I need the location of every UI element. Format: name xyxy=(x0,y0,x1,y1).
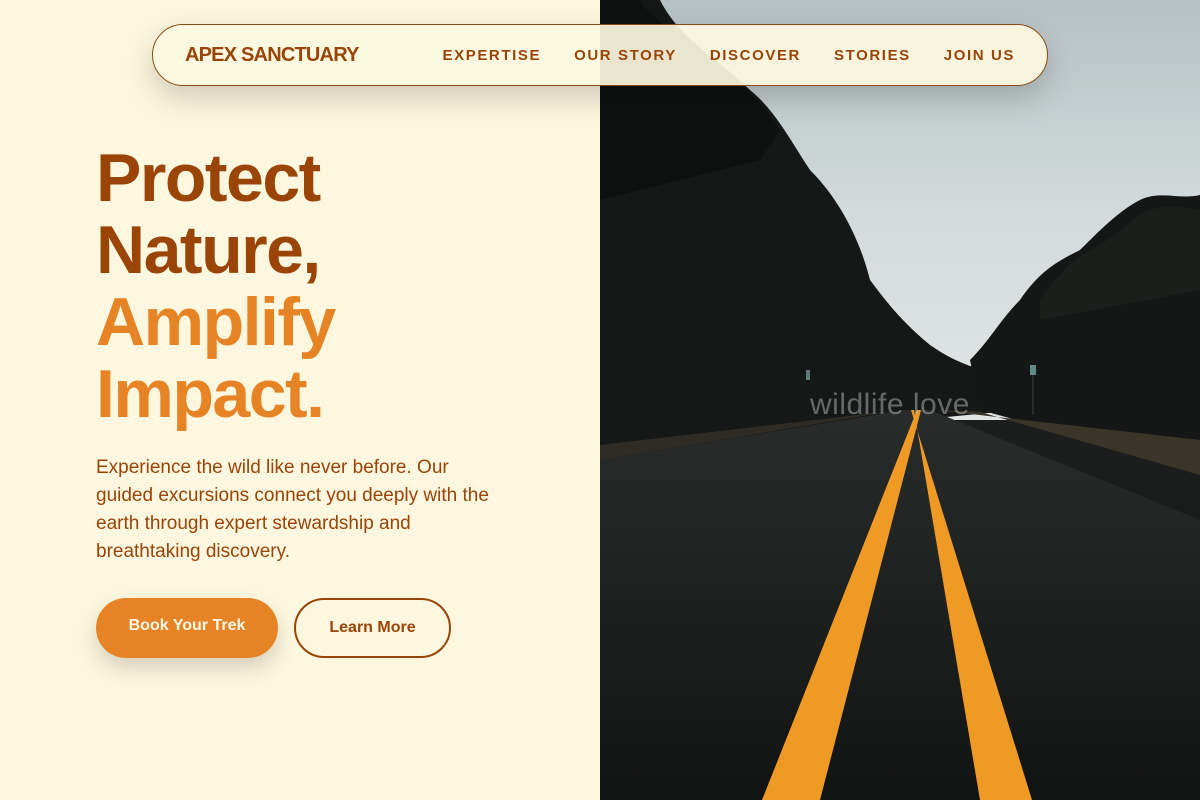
hero-title: Protect Nature, Amplify Impact. xyxy=(96,140,336,432)
nav-links: EXPERTISE OUR STORY DISCOVER STORIES JOI… xyxy=(443,47,1016,64)
hero-description: Experience the wild like never before. O… xyxy=(96,457,489,562)
nav-link-discover[interactable]: DISCOVER xyxy=(710,47,801,64)
hero-image: wildlife love xyxy=(600,0,1200,800)
hero-title-line-2: Nature, xyxy=(96,212,321,288)
hero-title-line-1: Protect xyxy=(96,140,321,216)
hero-title-line-3: Amplify xyxy=(96,284,336,360)
image-watermark: wildlife love xyxy=(810,388,970,421)
brand-logo[interactable]: APEX SANCTUARY xyxy=(185,44,359,67)
hero-title-line-4: Impact. xyxy=(96,356,325,432)
nav-link-stories[interactable]: STORIES xyxy=(834,47,911,64)
nav-link-expertise[interactable]: EXPERTISE xyxy=(443,47,542,64)
learn-more-button[interactable]: Learn More xyxy=(294,598,451,658)
book-trek-button[interactable]: Book Your Trek xyxy=(96,598,278,658)
nav-link-join-us[interactable]: JOIN US xyxy=(944,47,1015,64)
top-navbar: APEX SANCTUARY EXPERTISE OUR STORY DISCO… xyxy=(152,24,1048,86)
nav-link-our-story[interactable]: OUR STORY xyxy=(574,47,677,64)
